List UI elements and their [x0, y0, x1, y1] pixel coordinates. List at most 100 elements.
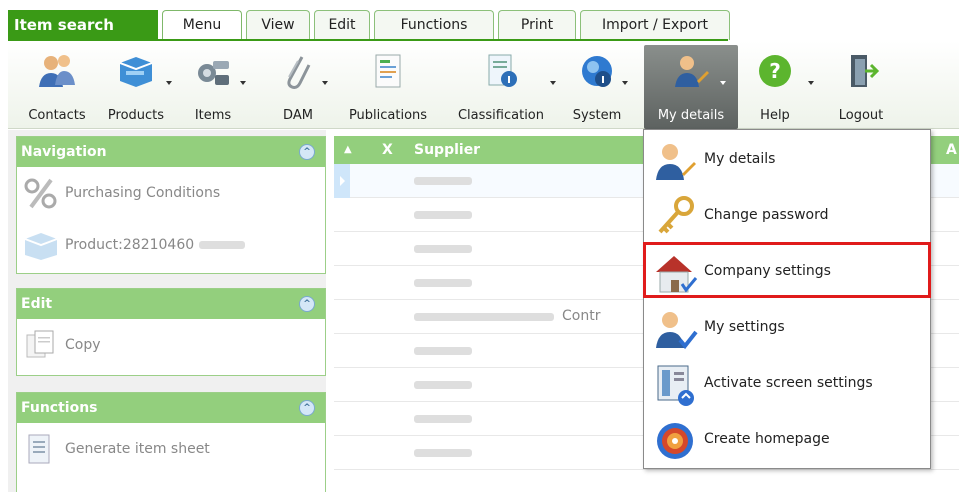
- toolbar-dam-button[interactable]: DAM: [270, 45, 328, 129]
- chevron-down-icon[interactable]: [622, 81, 628, 85]
- items-icon: [198, 61, 229, 85]
- toolbar-system-button[interactable]: System: [566, 45, 628, 129]
- navigation-panel-header[interactable]: Navigation ^: [17, 137, 325, 167]
- edit-panel-header[interactable]: Edit ^: [17, 289, 325, 319]
- toolbar-classification-button[interactable]: Classification: [446, 45, 556, 129]
- target-icon: [657, 423, 693, 459]
- sidebar-item-copy[interactable]: Copy: [17, 319, 325, 371]
- menu-item-label: My settings: [704, 319, 785, 335]
- publications-icon: [375, 54, 401, 88]
- user-edit-icon: [656, 144, 696, 180]
- toolbar-logout-label: Logout: [838, 108, 884, 123]
- redacted-text: [414, 177, 472, 185]
- menu-item-activate-screen-settings[interactable]: Activate screen settings: [644, 356, 932, 412]
- chevron-down-icon[interactable]: [322, 81, 328, 85]
- redacted-text: [414, 415, 472, 423]
- tab-menu[interactable]: Menu: [162, 10, 242, 40]
- menu-item-label: Create homepage: [704, 431, 830, 447]
- chevron-down-icon[interactable]: [166, 81, 172, 85]
- toolbar-system-label: System: [572, 108, 622, 123]
- sidebar-item-product[interactable]: Product:28210460: [17, 219, 325, 271]
- app-title: Item search: [8, 10, 158, 40]
- system-info-icon: [582, 56, 612, 87]
- toolbar-publications-label: Publications: [348, 108, 428, 123]
- sidebar-item-generate-item-sheet[interactable]: Generate item sheet: [17, 423, 325, 475]
- sidebar-item-label: Product:28210460: [65, 237, 195, 253]
- redacted-text: [414, 279, 472, 287]
- sidebar-item-purchasing-conditions[interactable]: Purchasing Conditions: [17, 167, 325, 219]
- toolbar-items-button[interactable]: Items: [182, 45, 246, 129]
- functions-panel-header[interactable]: Functions ^: [17, 393, 325, 423]
- classification-icon: [488, 54, 517, 87]
- products-icon: [119, 57, 153, 87]
- redacted-text: [414, 245, 472, 253]
- svg-text:?: ?: [769, 59, 781, 83]
- edit-panel: Edit ^ Copy: [16, 288, 326, 376]
- toolbar-products-label: Products: [107, 108, 165, 123]
- menu-item-my-details[interactable]: My details: [644, 132, 932, 188]
- help-icon: ?: [759, 55, 791, 87]
- key-icon: [658, 196, 694, 234]
- contacts-icon: [39, 55, 75, 87]
- redacted-text: [414, 211, 472, 219]
- toolbar-help-label: Help: [760, 108, 790, 123]
- chevron-down-icon[interactable]: [240, 81, 246, 85]
- toolbar-contacts-button[interactable]: Contacts: [22, 45, 92, 129]
- menu-item-change-password[interactable]: Change password: [644, 188, 932, 244]
- collapse-icon[interactable]: ^: [299, 296, 315, 312]
- menu-item-my-settings[interactable]: My settings: [644, 300, 932, 356]
- chevron-down-icon[interactable]: [720, 81, 726, 85]
- item-sheet-icon: [28, 434, 50, 464]
- highlight-box: [643, 242, 931, 298]
- user-check-icon: [656, 312, 698, 350]
- user-edit-icon: [675, 56, 709, 87]
- tab-functions[interactable]: Functions: [374, 10, 494, 40]
- toolbar-logout-button[interactable]: Logout: [828, 45, 894, 129]
- my-details-dropdown-menu: My details Change password Company setti…: [643, 129, 931, 469]
- toolbar-contacts-label: Contacts: [28, 108, 86, 123]
- toolbar-my-details-label: My details: [657, 108, 725, 123]
- tab-import-export[interactable]: Import / Export: [580, 10, 730, 40]
- toolbar-items-label: Items: [194, 108, 232, 123]
- tab-print[interactable]: Print: [498, 10, 576, 40]
- toolbar-help-button[interactable]: ? Help: [746, 45, 814, 129]
- column-next-header[interactable]: A: [946, 136, 957, 164]
- left-sidebar: Navigation ^ Purchasing Conditions Produ…: [8, 130, 326, 492]
- redacted-text: [198, 241, 245, 249]
- paperclip-icon: [287, 56, 311, 89]
- redacted-text: [414, 381, 472, 389]
- redacted-text: [414, 313, 554, 321]
- sort-ascending-icon[interactable]: ▲: [344, 136, 352, 164]
- products-icon: [24, 233, 58, 260]
- collapse-icon[interactable]: ^: [299, 400, 315, 416]
- navigation-panel-title: Navigation: [21, 144, 107, 160]
- functions-panel: Functions ^ Generate item sheet: [16, 392, 326, 492]
- sidebar-item-label: Copy: [65, 337, 101, 353]
- toolbar: Contacts Products Items DAM Publications: [8, 41, 959, 129]
- functions-panel-title: Functions: [21, 400, 98, 416]
- redacted-text: [414, 347, 472, 355]
- tab-edit[interactable]: Edit: [314, 10, 370, 40]
- toolbar-dam-label: DAM: [283, 108, 313, 123]
- column-supplier-header[interactable]: Supplier: [414, 136, 480, 164]
- toolbar-publications-button[interactable]: Publications: [340, 45, 436, 129]
- menu-item-label: My details: [704, 151, 776, 167]
- toolbar-my-details-button[interactable]: My details: [644, 45, 738, 129]
- edit-panel-title: Edit: [21, 296, 53, 312]
- column-x-header[interactable]: X: [382, 136, 393, 164]
- menu-item-label: Change password: [704, 207, 829, 223]
- row-supplier-text: Contr: [562, 308, 601, 324]
- menu-item-label: Activate screen settings: [704, 375, 873, 391]
- screen-settings-icon: [657, 365, 694, 406]
- chevron-down-icon[interactable]: [808, 81, 814, 85]
- toolbar-classification-label: Classification: [457, 108, 545, 123]
- collapse-icon[interactable]: ^: [299, 144, 315, 160]
- tab-view[interactable]: View: [246, 10, 310, 40]
- menu-item-create-homepage[interactable]: Create homepage: [644, 412, 932, 468]
- redacted-text: [414, 449, 472, 457]
- sidebar-item-label: Purchasing Conditions: [65, 185, 221, 201]
- sidebar-item-label: Generate item sheet: [65, 441, 210, 457]
- chevron-down-icon[interactable]: [550, 81, 556, 85]
- tab-bar: Item search Menu View Edit Functions Pri…: [0, 0, 959, 41]
- toolbar-products-button[interactable]: Products: [100, 45, 172, 129]
